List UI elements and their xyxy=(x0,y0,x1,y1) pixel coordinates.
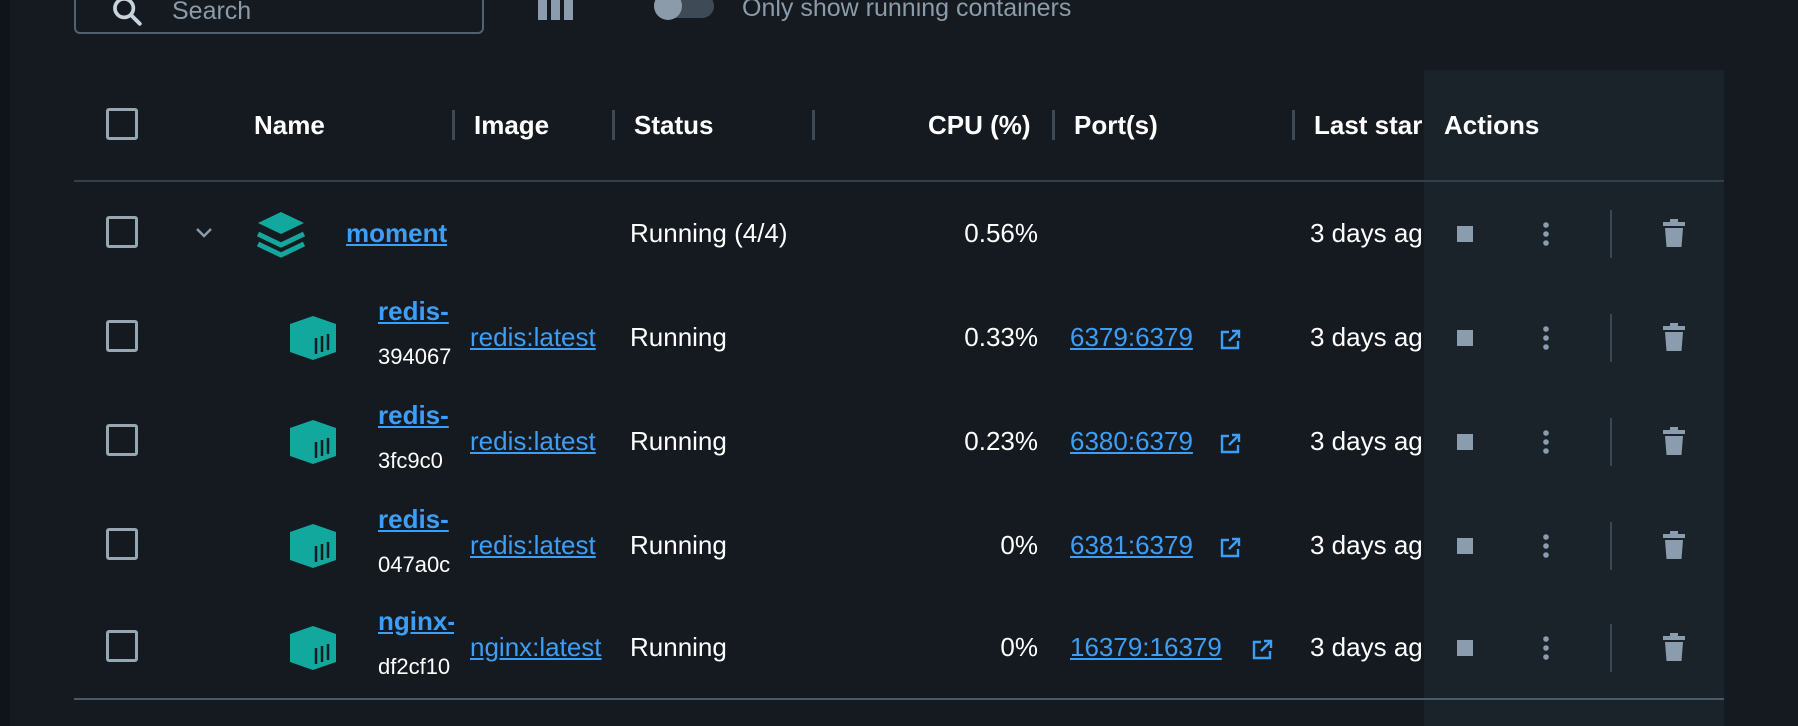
image-link[interactable]: redis:latest xyxy=(470,426,612,457)
container-cube-icon xyxy=(290,420,336,464)
more-vertical-icon[interactable] xyxy=(1536,532,1556,560)
column-header-cpu[interactable]: CPU (%) xyxy=(928,110,1031,141)
cpu-value: 0.23% xyxy=(964,426,1038,456)
row-checkbox[interactable] xyxy=(106,216,138,248)
status-text: Running xyxy=(630,530,727,560)
status-text: Running xyxy=(630,322,727,352)
table-row[interactable]: redis- 047a0c redis:latest Running 0% 63… xyxy=(0,494,1798,598)
column-resize-handle[interactable] xyxy=(812,110,815,140)
stack-layers-icon xyxy=(256,212,306,258)
column-resize-handle[interactable] xyxy=(612,110,615,140)
status-text: Running (4/4) xyxy=(630,218,788,248)
image-link[interactable]: redis:latest xyxy=(470,322,612,353)
container-cube-icon xyxy=(290,316,336,360)
column-header-image[interactable]: Image xyxy=(474,110,549,141)
last-started-value: 3 days ag xyxy=(1310,632,1423,662)
column-header-status[interactable]: Status xyxy=(634,110,713,141)
table-bottom-divider xyxy=(74,698,1724,700)
search-input[interactable] xyxy=(170,0,464,30)
container-name-link[interactable]: nginx- xyxy=(378,606,454,637)
cpu-value: 0% xyxy=(1000,530,1038,560)
actions-divider xyxy=(1610,210,1612,258)
stack-name-link[interactable]: moment xyxy=(346,218,454,249)
trash-icon[interactable] xyxy=(1662,632,1686,662)
actions-divider xyxy=(1610,522,1612,570)
select-all-checkbox[interactable] xyxy=(106,108,138,140)
container-id: df2cf10 xyxy=(378,654,451,679)
cpu-value: 0% xyxy=(1000,632,1038,662)
container-id: 047a0c xyxy=(378,552,451,577)
last-started-value: 3 days ag xyxy=(1310,322,1423,352)
column-header-ports[interactable]: Port(s) xyxy=(1074,110,1158,141)
table-row[interactable]: moment Running (4/4) 0.56% 3 days ag xyxy=(0,182,1798,286)
table-row[interactable]: nginx- df2cf10 nginx:latest Running 0% 1… xyxy=(0,596,1798,700)
external-link-icon[interactable] xyxy=(1218,536,1242,560)
status-text: Running xyxy=(630,632,727,662)
search-icon xyxy=(113,0,142,26)
container-name-link[interactable]: redis- xyxy=(378,400,454,431)
column-header-last-started[interactable]: Last star xyxy=(1314,110,1424,141)
container-name-link[interactable]: redis- xyxy=(378,504,454,535)
port-link[interactable]: 6379:6379 xyxy=(1070,322,1193,353)
row-checkbox[interactable] xyxy=(106,424,138,456)
column-header-actions: Actions xyxy=(1444,110,1540,140)
stop-icon[interactable] xyxy=(1457,330,1473,346)
chevron-down-icon[interactable] xyxy=(194,226,214,240)
more-vertical-icon[interactable] xyxy=(1536,634,1556,662)
container-name-link[interactable]: redis- xyxy=(378,296,454,327)
status-text: Running xyxy=(630,426,727,456)
table-row[interactable]: redis- 3fc9c0 redis:latest Running 0.23%… xyxy=(0,390,1798,494)
last-started-value: 3 days ag xyxy=(1310,530,1423,560)
column-resize-handle[interactable] xyxy=(1292,110,1295,140)
container-cube-icon xyxy=(290,524,336,568)
search-field[interactable] xyxy=(74,0,484,34)
row-checkbox[interactable] xyxy=(106,320,138,352)
stop-icon[interactable] xyxy=(1457,434,1473,450)
cpu-value: 0.33% xyxy=(964,322,1038,352)
external-link-icon[interactable] xyxy=(1218,432,1242,456)
image-link[interactable]: redis:latest xyxy=(470,530,612,561)
column-header-name[interactable]: Name xyxy=(254,110,325,141)
row-checkbox[interactable] xyxy=(106,630,138,662)
column-resize-handle[interactable] xyxy=(1052,110,1055,140)
columns-icon[interactable] xyxy=(536,0,578,22)
column-resize-handle[interactable] xyxy=(452,110,455,140)
trash-icon[interactable] xyxy=(1662,218,1686,248)
container-id: 3fc9c0 xyxy=(378,448,443,473)
port-link[interactable]: 6380:6379 xyxy=(1070,426,1193,457)
cpu-value: 0.56% xyxy=(964,218,1038,248)
stop-icon[interactable] xyxy=(1457,226,1473,242)
actions-divider xyxy=(1610,314,1612,362)
container-id: 394067 xyxy=(378,344,452,369)
last-started-value: 3 days ag xyxy=(1310,218,1423,248)
last-started-value: 3 days ag xyxy=(1310,426,1423,456)
more-vertical-icon[interactable] xyxy=(1536,428,1556,456)
actions-divider xyxy=(1610,418,1612,466)
container-cube-icon xyxy=(290,626,336,670)
actions-divider xyxy=(1610,624,1612,672)
stop-icon[interactable] xyxy=(1457,538,1473,554)
port-link[interactable]: 6381:6379 xyxy=(1070,530,1193,561)
table-row[interactable]: redis- 394067 redis:latest Running 0.33%… xyxy=(0,286,1798,390)
running-only-toggle[interactable] xyxy=(654,0,714,20)
more-vertical-icon[interactable] xyxy=(1536,324,1556,352)
external-link-icon[interactable] xyxy=(1250,638,1274,662)
trash-icon[interactable] xyxy=(1662,530,1686,560)
external-link-icon[interactable] xyxy=(1218,328,1242,352)
image-link[interactable]: nginx:latest xyxy=(470,632,612,663)
stop-icon[interactable] xyxy=(1457,640,1473,656)
row-checkbox[interactable] xyxy=(106,528,138,560)
running-only-toggle-label: Only show running containers xyxy=(742,0,1072,22)
trash-icon[interactable] xyxy=(1662,426,1686,456)
port-link[interactable]: 16379:16379 xyxy=(1070,632,1222,663)
more-vertical-icon[interactable] xyxy=(1536,220,1556,248)
trash-icon[interactable] xyxy=(1662,322,1686,352)
